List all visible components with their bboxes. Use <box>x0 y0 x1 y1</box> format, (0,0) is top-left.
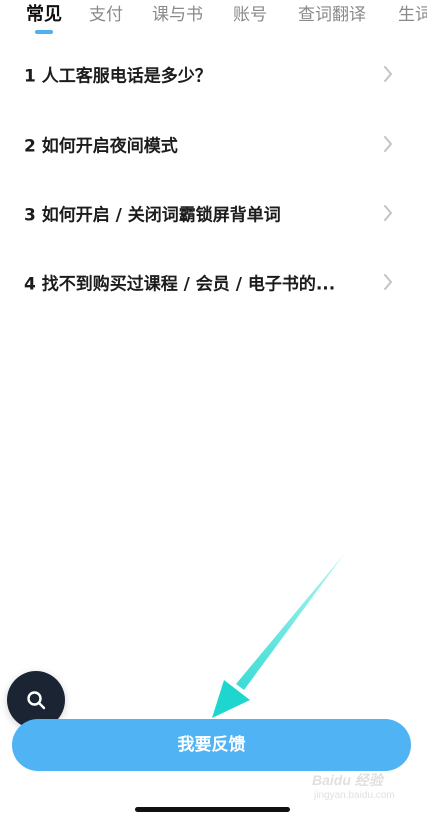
watermark-url: jingyan.baidu.com <box>314 790 395 801</box>
home-indicator <box>135 807 290 812</box>
faq-item-customer-service-phone[interactable]: 1 人工客服电话是多少？ <box>0 44 427 104</box>
tab-courses-books[interactable]: 课与书 <box>152 3 203 27</box>
faq-item-lockscreen-words[interactable]: 3 如何开启 / 关闭词霸锁屏背单词 <box>0 183 427 243</box>
feedback-button[interactable]: 我要反馈 <box>12 719 411 771</box>
tab-lookup-translate[interactable]: 查词翻译 <box>298 3 366 27</box>
search-icon <box>27 691 46 710</box>
faq-item-missing-purchases[interactable]: 4 找不到购买过课程 / 会员 / 电子书的... <box>0 252 427 312</box>
active-tab-indicator <box>35 30 53 34</box>
faq-item-label: 4 找不到购买过课程 / 会员 / 电子书的... <box>24 274 336 295</box>
faq-item-night-mode[interactable]: 2 如何开启夜间模式 <box>0 114 427 174</box>
category-tabs: 常见 支付 课与书 账号 查词翻译 生词 <box>0 0 427 40</box>
baidu-jingyan-watermark: Baidu 经验 jingyan.baidu.com <box>312 766 412 806</box>
faq-item-label: 1 人工客服电话是多少？ <box>24 66 212 87</box>
chevron-right-icon <box>384 274 392 290</box>
chevron-right-icon <box>384 205 392 221</box>
tab-payment[interactable]: 支付 <box>89 3 123 27</box>
chevron-right-icon <box>384 136 392 152</box>
faq-item-label: 3 如何开启 / 关闭词霸锁屏背单词 <box>24 205 281 226</box>
faq-item-label: 2 如何开启夜间模式 <box>24 136 178 157</box>
tab-common[interactable]: 常见 <box>26 3 62 27</box>
watermark-brand: Baidu 经验 <box>312 772 383 788</box>
tab-vocabulary[interactable]: 生词 <box>398 3 427 27</box>
chevron-right-icon <box>384 66 392 82</box>
tab-account[interactable]: 账号 <box>233 3 267 27</box>
